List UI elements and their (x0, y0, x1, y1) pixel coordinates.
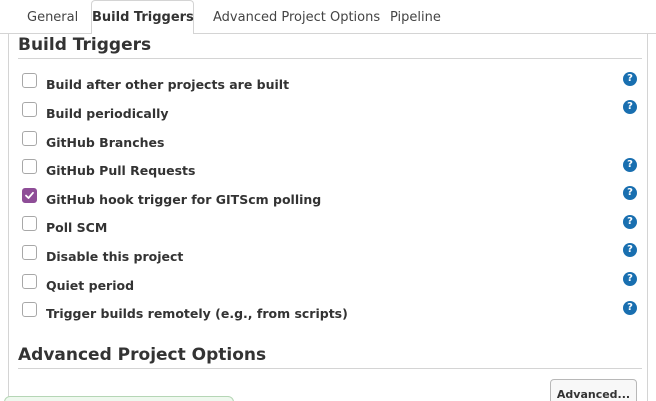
check-icon (25, 191, 34, 199)
trigger-label[interactable]: Build after other projects are built (46, 77, 289, 92)
trigger-label[interactable]: Build periodically (46, 106, 169, 121)
help-icon[interactable]: ? (623, 301, 637, 315)
trigger-checkbox[interactable] (22, 302, 37, 317)
trigger-row: Build periodically (18, 102, 642, 126)
trigger-checkbox[interactable] (22, 102, 37, 117)
trigger-row: Trigger builds remotely (e.g., from scri… (18, 302, 642, 326)
trigger-label[interactable]: GitHub Pull Requests (46, 163, 195, 178)
trigger-row: GitHub Pull Requests (18, 159, 642, 183)
section-divider (18, 368, 642, 369)
trigger-row: GitHub hook trigger for GITScm polling (18, 188, 642, 212)
trigger-label[interactable]: Trigger builds remotely (e.g., from scri… (46, 306, 348, 321)
tab-build-triggers[interactable]: Build Triggers (91, 0, 194, 34)
trigger-label[interactable]: Quiet period (46, 278, 134, 293)
help-icon[interactable]: ? (623, 158, 637, 172)
advanced-project-options-title: Advanced Project Options (18, 345, 267, 365)
trigger-checkbox[interactable] (22, 274, 37, 289)
trigger-row: Poll SCM (18, 216, 642, 240)
tab-bar: General Build Triggers Advanced Project … (0, 0, 656, 34)
trigger-checkbox[interactable] (22, 159, 37, 174)
tab-general[interactable]: General (27, 10, 78, 25)
trigger-checkbox[interactable] (22, 188, 37, 203)
trigger-label[interactable]: Disable this project (46, 249, 183, 264)
trigger-checkbox[interactable] (22, 245, 37, 260)
tab-advanced-project-options[interactable]: Advanced Project Options (213, 10, 380, 25)
build-triggers-title: Build Triggers (18, 35, 152, 55)
trigger-row: Quiet period (18, 274, 642, 298)
advanced-button[interactable]: Advanced... (550, 379, 637, 401)
section-divider (18, 58, 642, 59)
tab-pipeline[interactable]: Pipeline (390, 10, 441, 25)
trigger-row: Disable this project (18, 245, 642, 269)
notification-bar (4, 396, 234, 401)
trigger-label[interactable]: Poll SCM (46, 220, 107, 235)
help-icon[interactable]: ? (623, 100, 637, 114)
trigger-checkbox[interactable] (22, 73, 37, 88)
trigger-label[interactable]: GitHub hook trigger for GITScm polling (46, 192, 321, 207)
help-icon[interactable]: ? (623, 243, 637, 257)
help-icon[interactable]: ? (623, 186, 637, 200)
help-icon[interactable]: ? (623, 72, 637, 86)
help-icon[interactable]: ? (623, 272, 637, 286)
trigger-row: Build after other projects are built (18, 73, 642, 97)
trigger-checkbox[interactable] (22, 216, 37, 231)
trigger-row: GitHub Branches (18, 131, 642, 155)
trigger-label[interactable]: GitHub Branches (46, 135, 164, 150)
help-icon[interactable]: ? (623, 215, 637, 229)
trigger-checkbox[interactable] (22, 131, 37, 146)
